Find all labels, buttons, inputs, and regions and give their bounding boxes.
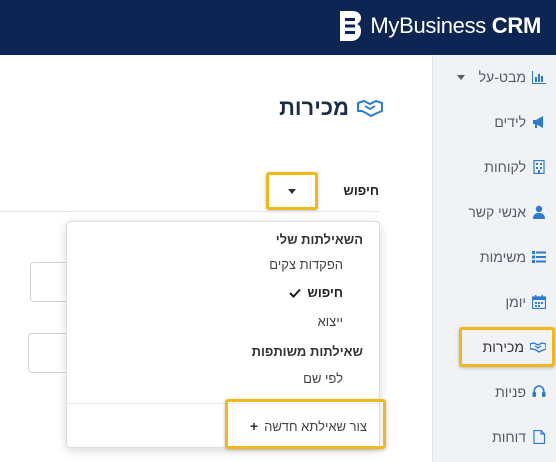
sidebar-item-tasks[interactable]: משימות: [480, 246, 546, 268]
menu-item-shared-query[interactable]: לפי שם: [303, 371, 343, 386]
shared-queries-header: שאילתות משותפות: [251, 344, 363, 359]
chart-icon: [532, 71, 546, 84]
b-logo-icon: [340, 11, 362, 41]
menu-item-query[interactable]: ייצוא: [318, 314, 343, 329]
sidebar-item-label: אנשי קשר: [468, 204, 526, 220]
megaphone-icon: [533, 116, 543, 128]
sidebar-item-reports[interactable]: דוחות: [492, 426, 546, 448]
user-icon: [533, 205, 545, 219]
brand[interactable]: MyBusiness CRM: [338, 6, 541, 46]
my-queries-header: השאילתות שלי: [275, 232, 363, 247]
building-icon: [533, 160, 545, 174]
sidebar-item-label: לידים: [494, 114, 526, 130]
sales-highlight: [459, 327, 555, 367]
sidebar-item-calendar[interactable]: יומן: [505, 291, 546, 313]
sidebar-item-label: פניות: [495, 384, 526, 400]
chevron-down-icon: [456, 74, 465, 80]
headset-icon: [532, 385, 546, 397]
sidebar-item-overview[interactable]: מבט-על: [456, 66, 546, 88]
sidebar-item-label: משימות: [480, 249, 526, 265]
sidebar-item-customers[interactable]: לקוחות: [484, 156, 546, 178]
page-title-text: מכירות: [279, 95, 349, 120]
menu-item-query-selected[interactable]: חיפוש: [289, 285, 343, 300]
sidebar: מבט-על לידים לקוחות אנשי קשר משימות יומן…: [432, 55, 556, 462]
sidebar-item-leads[interactable]: לידים: [494, 111, 546, 133]
sidebar-item-label: לקוחות: [484, 159, 526, 175]
brand-title: MyBusiness CRM: [370, 13, 541, 38]
sidebar-item-label: מבט-על: [478, 69, 526, 85]
page-title: מכירות: [279, 95, 383, 121]
menu-item-query[interactable]: הפקדות צקים: [269, 257, 343, 272]
list-icon: [532, 251, 546, 263]
sidebar-item-contacts[interactable]: אנשי קשר: [468, 201, 546, 223]
top-navbar: MyBusiness CRM: [0, 0, 556, 55]
file-icon: [533, 430, 546, 444]
search-label: חיפוש: [343, 183, 379, 198]
dropdown-toggle-highlight: [266, 172, 318, 210]
create-query-highlight: [225, 399, 386, 449]
calendar-icon: [532, 295, 546, 309]
sidebar-item-label: דוחות: [492, 429, 526, 445]
sidebar-item-inquiries[interactable]: פניות: [495, 381, 546, 403]
handshake-icon: [357, 100, 383, 117]
divider: [0, 211, 380, 212]
check-icon: [289, 288, 302, 298]
sidebar-item-label: יומן: [505, 294, 526, 310]
